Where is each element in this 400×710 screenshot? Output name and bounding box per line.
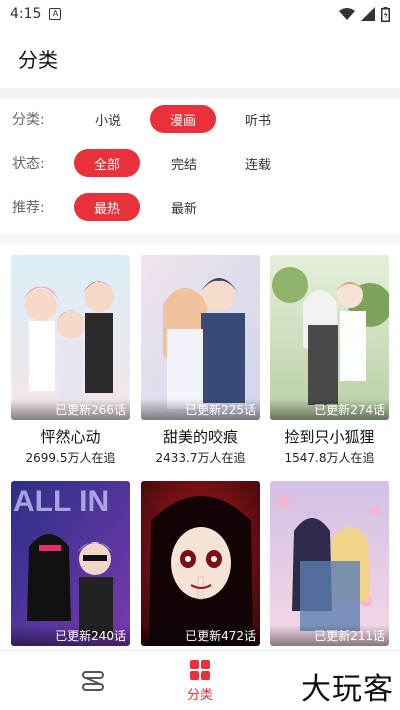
filter-label-category: 分类: <box>12 112 45 128</box>
signal-icon <box>361 7 375 21</box>
comic-cover-art: ALL IN <box>11 481 130 646</box>
chip-all[interactable]: 全部 <box>74 149 140 177</box>
header-divider <box>0 88 400 98</box>
status-icons <box>339 6 390 22</box>
nav-label-category: 分类 <box>186 688 213 703</box>
nav-item-category[interactable]: 分类 <box>160 651 240 710</box>
filter-divider <box>0 234 400 244</box>
comic-card[interactable]: 已更新472话 <box>141 481 260 646</box>
comic-cover-art <box>270 255 389 420</box>
update-badge: 已更新274话 <box>270 399 389 420</box>
nav-item-bookshelf[interactable] <box>53 651 133 710</box>
watermark-logo: 大玩客 <box>301 672 394 707</box>
filter-row-status: 状态: 全部 完结 连载 <box>0 148 400 178</box>
status-bar: 4:15 A <box>0 0 400 28</box>
comic-cover[interactable]: 已更新225话 <box>141 255 260 420</box>
comic-card[interactable]: 已更新211话 <box>270 481 389 646</box>
comic-title[interactable]: 甜美的咬痕 <box>141 426 260 447</box>
comic-cover[interactable]: 已更新266话 <box>11 255 130 420</box>
filter-label-status: 状态: <box>12 156 45 172</box>
comic-cover[interactable]: 已更新274话 <box>270 255 389 420</box>
chip-comic[interactable]: 漫画 <box>150 105 216 133</box>
comic-cover-art <box>11 255 130 420</box>
comic-cover[interactable]: ALL IN 已更新240话 <box>11 481 130 646</box>
category-grid-icon <box>190 660 210 680</box>
chip-completed[interactable]: 完结 <box>158 149 210 177</box>
comic-cover[interactable]: 已更新211话 <box>270 481 389 646</box>
svg-text:ALL IN: ALL IN <box>13 485 109 518</box>
filter-row-recommend: 推荐: 最热 最新 <box>0 192 400 222</box>
comic-readers: 2699.5万人在追 <box>25 451 116 465</box>
chip-novel[interactable]: 小说 <box>82 105 134 133</box>
battery-icon <box>381 6 390 22</box>
comic-readers: 1547.8万人在追 <box>284 451 375 465</box>
chip-newest[interactable]: 最新 <box>158 193 210 221</box>
chip-audiobook[interactable]: 听书 <box>232 105 284 133</box>
comic-title[interactable]: 捡到只小狐狸 <box>270 426 389 447</box>
filter-label-recommend: 推荐: <box>12 200 45 216</box>
update-badge: 已更新472话 <box>141 625 260 646</box>
comic-cover-art <box>141 481 260 646</box>
comic-card[interactable]: 已更新274话 捡到只小狐狸 1547.8万人在追 <box>270 255 389 466</box>
comic-cover-art <box>141 255 260 420</box>
comic-readers: 2433.7万人在追 <box>155 451 246 465</box>
bookshelf-icon <box>82 671 104 691</box>
notification-icon: A <box>49 8 62 20</box>
update-badge: 已更新266话 <box>11 399 130 420</box>
chip-ongoing[interactable]: 连载 <box>232 149 284 177</box>
comic-cover[interactable]: 已更新472话 <box>141 481 260 646</box>
update-badge: 已更新240话 <box>11 625 130 646</box>
chip-hottest[interactable]: 最热 <box>74 193 140 221</box>
comic-cover-art <box>270 481 389 646</box>
update-badge: 已更新225话 <box>141 399 260 420</box>
comic-card[interactable]: 已更新225话 甜美的咬痕 2433.7万人在追 <box>141 255 260 466</box>
comic-card[interactable]: 已更新266话 怦然心动 2699.5万人在追 <box>11 255 130 466</box>
wifi-icon <box>339 8 355 20</box>
status-time: 4:15 <box>10 6 42 22</box>
comic-title[interactable]: 怦然心动 <box>11 426 130 447</box>
comic-card[interactable]: ALL IN 已更新240话 <box>11 481 130 646</box>
update-badge: 已更新211话 <box>270 625 389 646</box>
page-title: 分类 <box>18 47 58 72</box>
filter-row-category: 分类: 小说 漫画 听书 <box>0 104 400 134</box>
